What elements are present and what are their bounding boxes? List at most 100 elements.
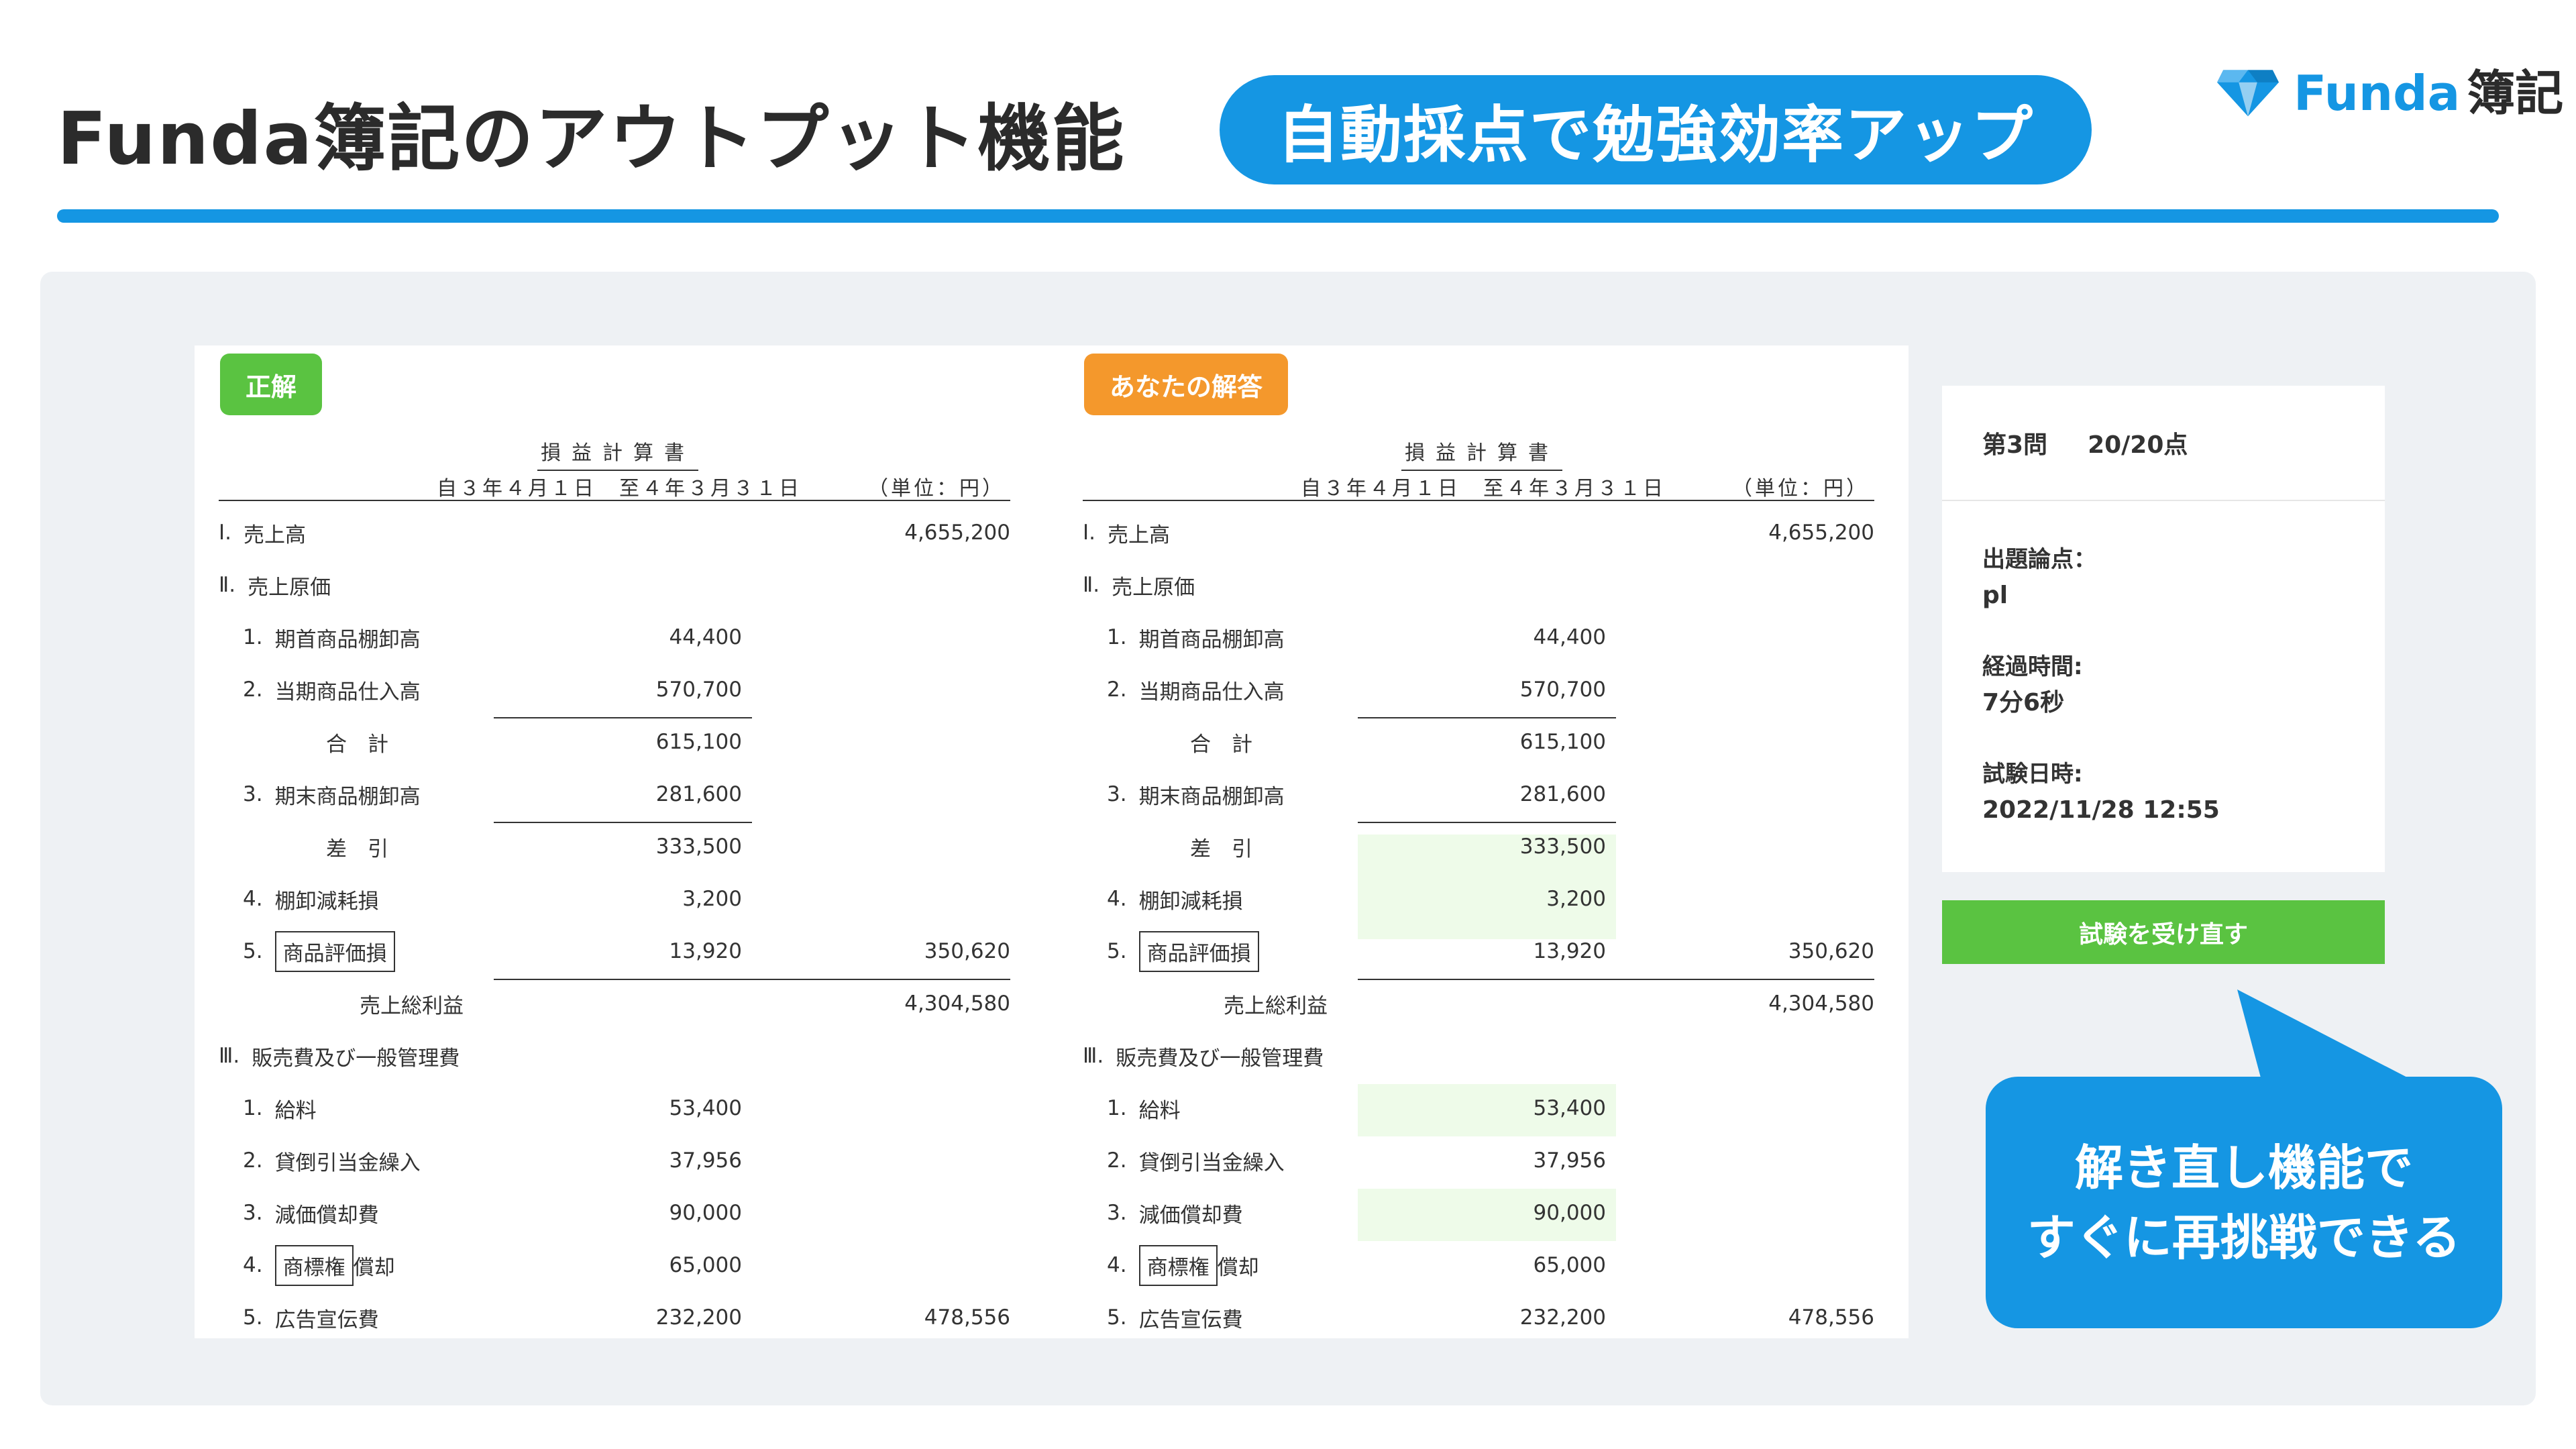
amount-detail: 232,200 xyxy=(655,1305,742,1330)
row-number: 4. xyxy=(1107,1253,1127,1277)
amount-detail: 232,200 xyxy=(1519,1305,1606,1330)
amount-detail: 90,000 xyxy=(1533,1201,1606,1225)
row-label: Ⅰ. 売上高 xyxy=(219,518,306,548)
label-text: 合 計 xyxy=(326,732,388,757)
row-label: 1. 期首商品棚卸高 xyxy=(1107,623,1285,653)
statement-unit: （単位：円） xyxy=(868,477,1005,500)
table-row: 1. 給料 53,400 xyxy=(219,1082,1010,1134)
row-label: 4. 棚卸減耗損 xyxy=(1107,884,1243,914)
amount-total: 4,655,200 xyxy=(904,521,1010,545)
label-text: 償却 xyxy=(353,1255,395,1280)
amount-detail: 65,000 xyxy=(1533,1253,1606,1277)
amount-detail: 90,000 xyxy=(669,1201,742,1225)
result-header: 第3問 20/20点 xyxy=(1942,386,2385,501)
amount-detail: 13,920 xyxy=(669,939,742,963)
row-label: 5. 商品評価損 xyxy=(1107,930,1259,972)
question-number: 第3問 xyxy=(1982,431,2048,459)
funda-logo: Funda 簿記 xyxy=(2217,55,2563,122)
table-row: 合 計 615,100 xyxy=(219,716,1010,768)
label-text: 減価償却費 xyxy=(1138,1203,1243,1228)
row-number: 5. xyxy=(1107,1305,1127,1330)
row-label: Ⅲ. 販売費及び一般管理費 xyxy=(219,1041,460,1071)
amount-detail: 37,956 xyxy=(669,1148,742,1173)
label-text: 売上原価 xyxy=(1112,575,1195,600)
row-number: 4. xyxy=(243,1253,263,1277)
row-label: Ⅰ. 売上高 xyxy=(1083,518,1170,548)
amount-detail: 44,400 xyxy=(1533,625,1606,649)
funda-gem-icon xyxy=(2217,70,2279,117)
label-text: 期末商品棚卸高 xyxy=(274,784,421,809)
row-number: 3. xyxy=(1107,1201,1127,1225)
table-row: 合 計 615,100 xyxy=(1083,716,1874,768)
table-row: 2. 当期商品仕入高 570,700 xyxy=(1083,663,1874,716)
row-number: Ⅰ. xyxy=(1083,521,1095,545)
table-row: 5. 広告宣伝費 232,200 478,556 xyxy=(219,1291,1010,1338)
label-text: 減価償却費 xyxy=(274,1203,379,1228)
table-row: Ⅰ. 売上高 4,655,200 xyxy=(219,506,1010,559)
label-text: 貸倒引当金繰入 xyxy=(1138,1150,1285,1175)
row-label: 3. 期末商品棚卸高 xyxy=(1107,780,1285,810)
amount-total: 4,304,580 xyxy=(904,991,1010,1016)
amount-total: 478,556 xyxy=(1788,1305,1874,1330)
row-label: 3. 減価償却費 xyxy=(1107,1198,1243,1228)
table-row: 売上総利益 4,304,580 xyxy=(1083,977,1874,1030)
table-row: 5. 広告宣伝費 232,200 478,556 xyxy=(1083,1291,1874,1338)
table-row: 5. 商品評価損 13,920 350,620 xyxy=(219,925,1010,977)
row-number: 2. xyxy=(1107,678,1127,702)
row-number: 3. xyxy=(1107,782,1127,806)
table-row: 差 引 333,500 xyxy=(219,820,1010,873)
row-number: 1. xyxy=(1107,625,1127,649)
row-label: 1. 期首商品棚卸高 xyxy=(243,623,421,653)
row-number: 3. xyxy=(243,782,263,806)
row-label: 合 計 xyxy=(1190,727,1252,757)
amount-detail: 53,400 xyxy=(669,1096,742,1120)
row-number: 1. xyxy=(1107,1096,1127,1120)
statement-period: 自３年４月１日 至４年３月３１日 xyxy=(437,477,802,500)
amount-total: 350,620 xyxy=(924,939,1010,963)
table-row: 2. 貸倒引当金繰入 37,956 xyxy=(1083,1134,1874,1187)
row-number: 2. xyxy=(1107,1148,1127,1173)
row-label: 差 引 xyxy=(1190,832,1252,862)
row-label: 合 計 xyxy=(326,727,388,757)
amount-detail: 13,920 xyxy=(1533,939,1606,963)
row-number: 1. xyxy=(243,1096,263,1120)
label-text: 合 計 xyxy=(1190,732,1252,757)
row-label: Ⅱ. 売上原価 xyxy=(219,570,331,600)
row-label: 3. 減価償却費 xyxy=(243,1198,379,1228)
table-row: Ⅲ. 販売費及び一般管理費 xyxy=(1083,1030,1874,1082)
amount-detail: 615,100 xyxy=(655,730,742,754)
amount-detail: 281,600 xyxy=(1519,782,1606,806)
exam-date-label: 試験日時: xyxy=(1982,761,2083,788)
retake-exam-button[interactable]: 試験を受け直す xyxy=(1942,900,2385,964)
exam-date-value: 2022/11/28 12:55 xyxy=(1982,796,2220,824)
label-text: 期首商品棚卸高 xyxy=(274,627,421,652)
elapsed-time-value: 7分6秒 xyxy=(1982,689,2065,716)
label-text: 広告宣伝費 xyxy=(1138,1307,1243,1332)
amount-total: 4,655,200 xyxy=(1768,521,1874,545)
table-row: Ⅰ. 売上高 4,655,200 xyxy=(1083,506,1874,559)
callout-tail xyxy=(2237,989,2432,1090)
amount-detail: 281,600 xyxy=(655,782,742,806)
label-text: 売上高 xyxy=(244,523,306,547)
boxed-label: 商標権 xyxy=(1138,1244,1218,1286)
amount-total: 478,556 xyxy=(924,1305,1010,1330)
row-label: 差 引 xyxy=(326,832,388,862)
amount-detail: 570,700 xyxy=(655,678,742,702)
row-label: 2. 貸倒引当金繰入 xyxy=(243,1146,421,1176)
amount-total: 350,620 xyxy=(1788,939,1874,963)
table-row: 2. 当期商品仕入高 570,700 xyxy=(219,663,1010,716)
header-rule xyxy=(1083,500,1874,501)
label-text: 売上総利益 xyxy=(360,994,464,1018)
amount-detail: 570,700 xyxy=(1519,678,1606,702)
callout-bubble: 解き直し機能で すぐに再挑戦できる xyxy=(1986,1077,2502,1328)
row-number: 5. xyxy=(243,939,263,963)
row-label: 4. 棚卸減耗損 xyxy=(243,884,379,914)
your-answer-badge: あなたの解答 xyxy=(1084,354,1289,415)
label-text: 棚卸減耗損 xyxy=(1138,889,1243,914)
amount-detail: 53,400 xyxy=(1533,1096,1606,1120)
label-text: 給料 xyxy=(274,1098,317,1123)
amount-detail: 615,100 xyxy=(1519,730,1606,754)
row-label: 5. 商品評価損 xyxy=(243,930,395,972)
header-divider xyxy=(57,209,2499,223)
row-label: Ⅱ. 売上原価 xyxy=(1083,570,1195,600)
